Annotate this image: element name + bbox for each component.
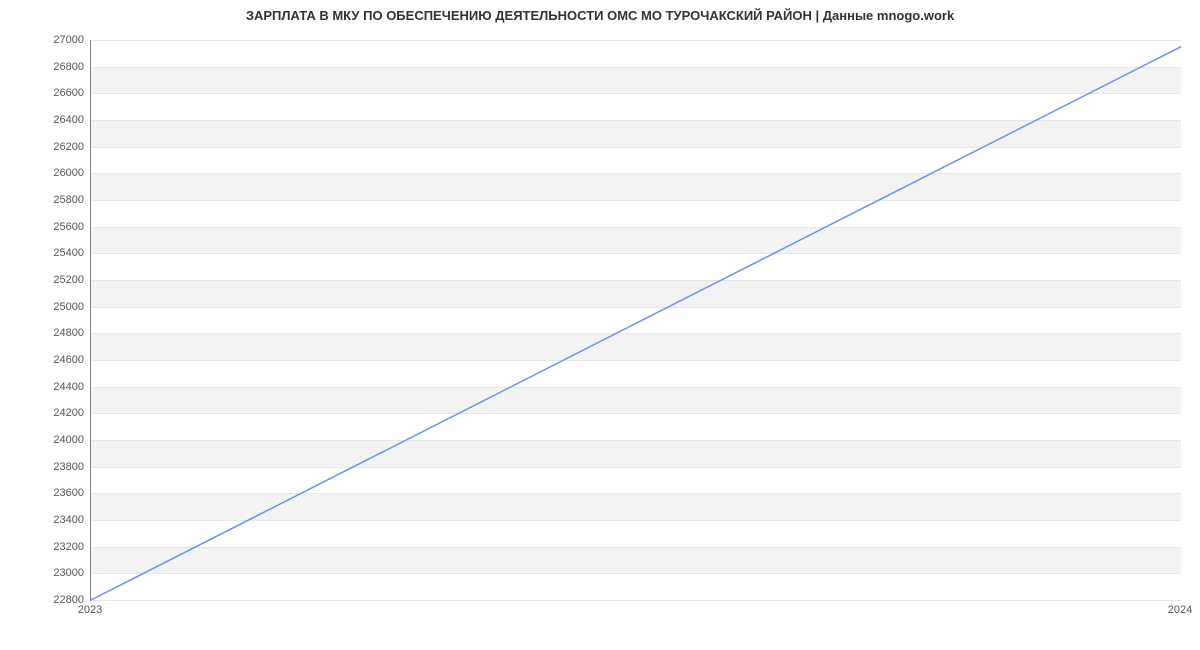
y-tick-label: 24200 (4, 407, 84, 419)
y-tick-label: 22800 (4, 594, 84, 606)
y-tick-label: 26000 (4, 167, 84, 179)
y-tick-label: 23000 (4, 567, 84, 579)
y-tick-label: 24600 (4, 354, 84, 366)
y-tick-label: 26600 (4, 87, 84, 99)
line-chart: ЗАРПЛАТА В МКУ ПО ОБЕСПЕЧЕНИЮ ДЕЯТЕЛЬНОС… (0, 0, 1200, 650)
chart-title: ЗАРПЛАТА В МКУ ПО ОБЕСПЕЧЕНИЮ ДЕЯТЕЛЬНОС… (0, 8, 1200, 23)
gridline (91, 600, 1181, 601)
y-tick-label: 25800 (4, 194, 84, 206)
line-layer (91, 40, 1181, 600)
series-line (91, 47, 1181, 600)
y-tick-label: 24800 (4, 327, 84, 339)
y-tick-label: 25600 (4, 221, 84, 233)
y-tick-label: 24400 (4, 381, 84, 393)
y-tick-label: 25000 (4, 301, 84, 313)
y-tick-label: 24000 (4, 434, 84, 446)
plot-area (90, 40, 1181, 601)
y-tick-label: 25200 (4, 274, 84, 286)
y-tick-label: 23800 (4, 461, 84, 473)
x-tick-label: 2024 (1168, 604, 1192, 616)
y-tick-label: 26800 (4, 61, 84, 73)
y-tick-label: 23400 (4, 514, 84, 526)
x-tick-label: 2023 (78, 604, 102, 616)
y-tick-label: 25400 (4, 247, 84, 259)
y-tick-label: 27000 (4, 34, 84, 46)
y-tick-label: 23200 (4, 541, 84, 553)
y-tick-label: 26400 (4, 114, 84, 126)
y-tick-label: 23600 (4, 487, 84, 499)
y-tick-label: 26200 (4, 141, 84, 153)
